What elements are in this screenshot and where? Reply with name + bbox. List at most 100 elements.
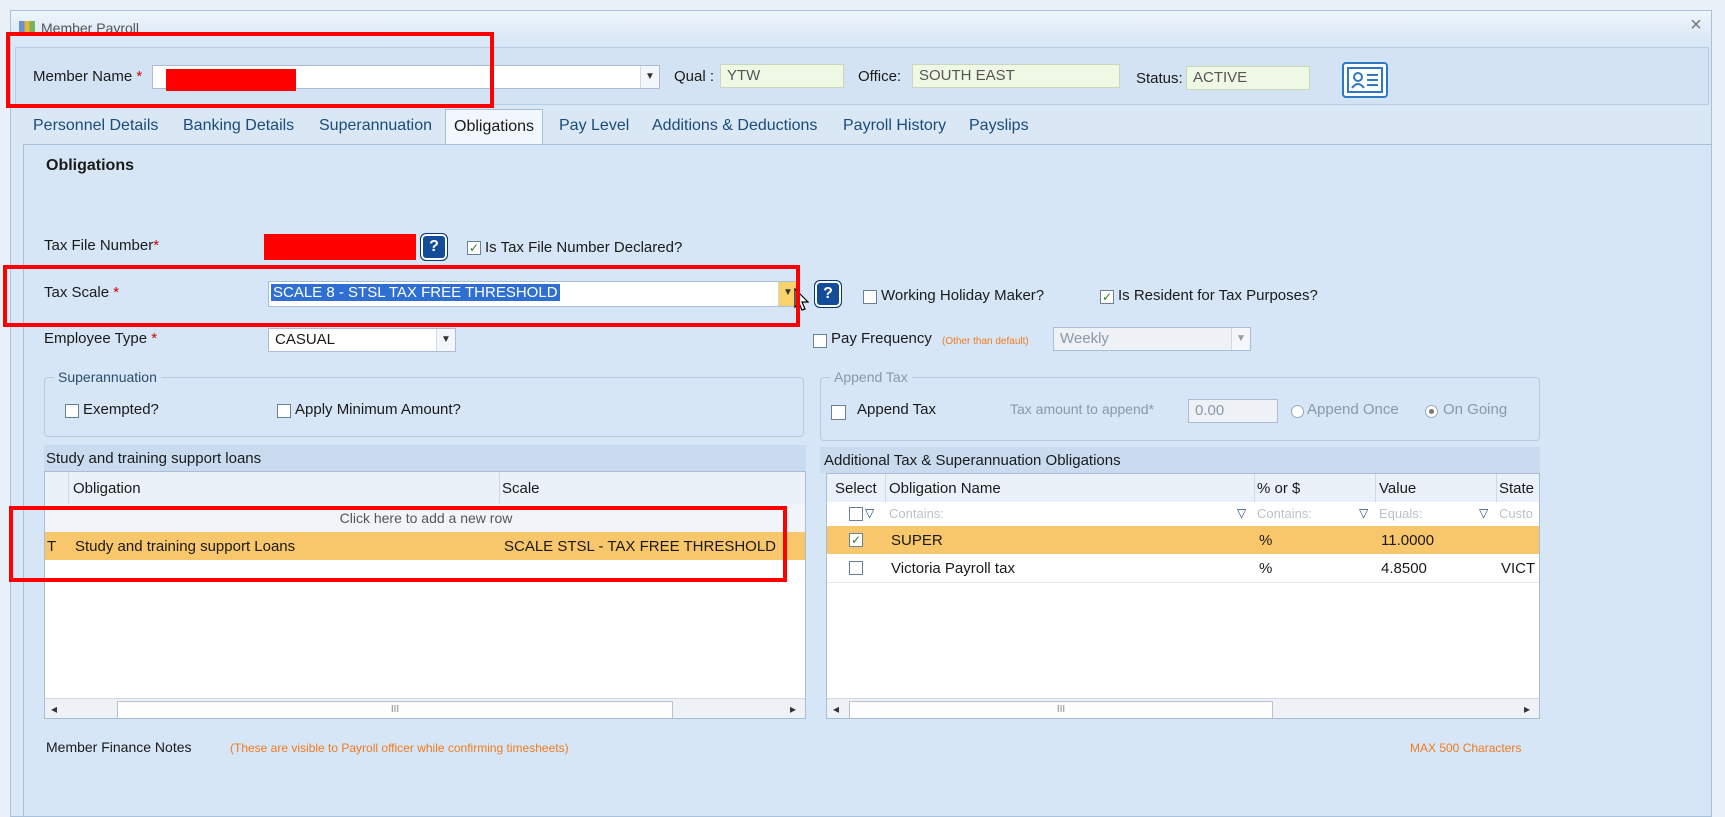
tab-additions-deductions[interactable]: Additions & Deductions — [652, 117, 817, 135]
office-label: Office: — [858, 68, 902, 85]
row-pct[interactable]: % — [1259, 560, 1272, 577]
status-value: ACTIVE — [1186, 66, 1310, 90]
filter-icon[interactable]: ▽ — [1237, 506, 1246, 520]
stsl-grid: Obligation Scale Click here to add a new… — [44, 471, 806, 719]
filter-name[interactable]: Contains: — [889, 506, 944, 521]
append-tax-checkbox[interactable] — [831, 405, 846, 420]
dropdown-arrow-icon[interactable]: ▼ — [436, 329, 455, 351]
scroll-right-icon[interactable]: ▸ — [790, 702, 796, 716]
tax-amount-input[interactable]: 0.00 — [1188, 399, 1278, 423]
tab-superannuation[interactable]: Superannuation — [319, 117, 432, 135]
additional-title: Additional Tax & Superannuation Obligati… — [824, 452, 1121, 469]
scroll-thumb[interactable]: III — [117, 701, 673, 718]
working-holiday-checkbox[interactable] — [863, 290, 877, 304]
help-icon[interactable]: ? — [814, 280, 842, 308]
notes-label: Member Finance Notes — [46, 739, 192, 755]
title-bar: Member Payroll × — [11, 11, 1711, 39]
row-value[interactable]: 4.8500 — [1381, 560, 1427, 577]
resident-label: Is Resident for Tax Purposes? — [1118, 287, 1318, 304]
tab-banking-details[interactable]: Banking Details — [183, 117, 294, 135]
apply-minimum-checkbox[interactable] — [277, 404, 291, 418]
qual-value: YTW — [720, 64, 844, 88]
employee-type-label: Employee Type * — [44, 330, 158, 347]
mouse-cursor-svg — [794, 287, 810, 311]
tfn-label: Tax File Number* — [44, 237, 160, 254]
row-pct[interactable]: % — [1259, 532, 1272, 549]
pay-frequency-checkbox[interactable] — [813, 334, 827, 348]
scroll-left-icon[interactable]: ◂ — [51, 702, 57, 716]
column-divider — [885, 474, 886, 502]
row-select-checkbox[interactable]: ✓ — [849, 533, 863, 547]
tab-payroll-history[interactable]: Payroll History — [843, 117, 946, 135]
col-pct[interactable]: % or $ — [1257, 480, 1300, 497]
tab-payslips[interactable]: Payslips — [969, 117, 1029, 135]
tfn-declared-checkbox[interactable]: ✓ — [467, 241, 481, 255]
dropdown-arrow-icon[interactable]: ▼ — [640, 66, 659, 88]
col-value[interactable]: Value — [1379, 480, 1416, 497]
tax-scale-dropdown[interactable]: SCALE 8 - STSL TAX FREE THRESHOLD ▼ — [268, 281, 798, 307]
column-divider — [68, 472, 69, 504]
filter-icon[interactable]: ▽ — [1479, 506, 1488, 520]
table-row[interactable]: T Study and training support Loans SCALE… — [45, 532, 805, 560]
row-select-checkbox[interactable] — [849, 561, 863, 575]
close-icon[interactable]: × — [1686, 15, 1706, 35]
table-row[interactable]: Victoria Payroll tax % 4.8500 VICT — [827, 554, 1539, 583]
exempted-checkbox[interactable] — [65, 404, 79, 418]
member-name-label: Member Name * — [33, 68, 143, 85]
mouse-cursor-icon — [794, 287, 810, 316]
col-obligation[interactable]: Obligation — [73, 480, 141, 497]
row-name[interactable]: SUPER — [891, 532, 943, 549]
table-row[interactable]: ✓ SUPER % 11.0000 — [827, 526, 1539, 554]
tfn-declared-label: Is Tax File Number Declared? — [485, 239, 683, 256]
scroll-left-icon[interactable]: ◂ — [833, 702, 839, 716]
column-divider — [1375, 474, 1376, 502]
member-payroll-window: Member Payroll × Member Name * ▼ Qual : … — [10, 10, 1712, 817]
add-new-row[interactable]: Click here to add a new row — [45, 504, 805, 533]
pay-frequency-dropdown[interactable]: Weekly ▼ — [1053, 327, 1251, 351]
select-all-checkbox[interactable] — [849, 507, 863, 521]
col-scale[interactable]: Scale — [502, 480, 540, 497]
append-tax-group-title: Append Tax — [830, 369, 912, 385]
filter-pct[interactable]: Contains: — [1257, 506, 1312, 521]
on-going-radio[interactable] — [1425, 405, 1438, 418]
row-marker: T — [47, 538, 57, 555]
tax-scale-value: SCALE 8 - STSL TAX FREE THRESHOLD — [271, 284, 560, 301]
col-obligation-name[interactable]: Obligation Name — [889, 480, 1001, 497]
append-once-label: Append Once — [1307, 401, 1399, 418]
row-obligation[interactable]: Study and training support Loans — [75, 538, 295, 555]
row-name[interactable]: Victoria Payroll tax — [891, 560, 1015, 577]
tab-personnel-details[interactable]: Personnel Details — [33, 117, 158, 135]
pay-frequency-note: (Other than default) — [942, 336, 1029, 347]
scroll-thumb[interactable]: III — [849, 701, 1273, 718]
tab-bar: Personnel Details Banking Details Supera… — [11, 109, 1711, 145]
scroll-right-icon[interactable]: ▸ — [1524, 702, 1530, 716]
append-tax-label: Append Tax — [857, 401, 936, 418]
col-state[interactable]: State — [1499, 480, 1534, 497]
tax-amount-label: Tax amount to append* — [1010, 401, 1154, 417]
member-card-icon[interactable] — [1342, 62, 1388, 98]
col-select[interactable]: Select — [835, 480, 877, 497]
row-state[interactable]: VICT — [1501, 560, 1535, 577]
exempted-label: Exempted? — [83, 401, 159, 418]
additional-hscrollbar[interactable]: ◂ III ▸ — [827, 698, 1539, 718]
employee-type-dropdown[interactable]: CASUAL ▼ — [268, 328, 456, 352]
employee-type-value: CASUAL — [275, 331, 336, 348]
append-once-radio[interactable] — [1291, 405, 1304, 418]
row-scale[interactable]: SCALE STSL - TAX FREE THRESHOLD — [504, 538, 776, 555]
tab-obligations[interactable]: Obligations — [445, 109, 544, 145]
resident-checkbox[interactable]: ✓ — [1100, 290, 1114, 304]
tab-pay-level[interactable]: Pay Level — [559, 117, 629, 135]
stsl-grid-header: Obligation Scale — [45, 472, 805, 505]
help-icon[interactable]: ? — [420, 233, 448, 261]
filter-value[interactable]: Equals: — [1379, 506, 1422, 521]
stsl-hscrollbar[interactable]: ◂ III ▸ — [45, 698, 805, 718]
filter-icon[interactable]: ▽ — [1359, 506, 1368, 520]
working-holiday-label: Working Holiday Maker? — [881, 287, 1045, 304]
panel-title: Obligations — [46, 157, 134, 174]
filter-state[interactable]: Custo — [1499, 506, 1533, 521]
filter-icon[interactable]: ▽ — [865, 506, 874, 520]
dropdown-arrow-icon[interactable]: ▼ — [1231, 328, 1250, 350]
obligations-panel: Obligations Tax File Number* ? ✓ Is Tax … — [23, 144, 1711, 816]
row-value[interactable]: 11.0000 — [1381, 532, 1434, 549]
tfn-redaction — [264, 234, 416, 260]
